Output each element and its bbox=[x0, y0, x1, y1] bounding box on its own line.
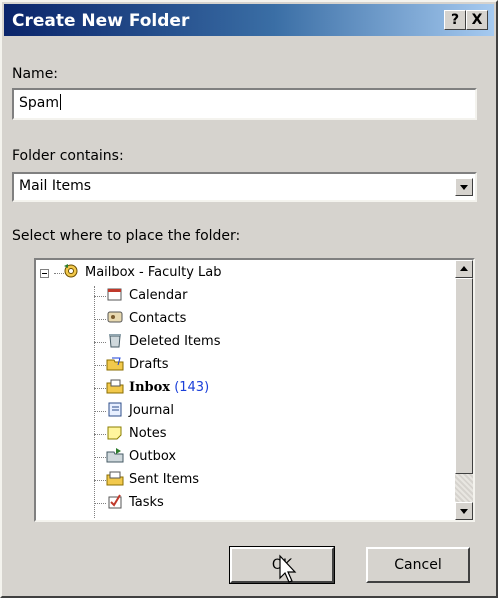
tree-item-label: Tasks bbox=[129, 495, 164, 510]
connector bbox=[94, 480, 106, 481]
scroll-down-button[interactable] bbox=[455, 502, 473, 520]
tree-root-label: Mailbox - Faculty Lab bbox=[85, 265, 222, 280]
title-bar[interactable]: Create New Folder ? X bbox=[4, 4, 494, 36]
connector bbox=[94, 434, 106, 435]
tree-item-label: Drafts bbox=[129, 357, 169, 372]
mailbox-icon bbox=[64, 264, 78, 278]
help-button[interactable]: ? bbox=[444, 10, 466, 30]
tree-connector-vertical bbox=[94, 286, 95, 518]
connector bbox=[94, 342, 106, 343]
name-label: Name: bbox=[12, 66, 59, 82]
unread-count: (143) bbox=[174, 380, 210, 395]
tree-item-label: Sent Items bbox=[129, 472, 200, 487]
connector bbox=[94, 411, 106, 412]
tree-item-label: Contacts bbox=[129, 311, 187, 326]
scroll-thumb[interactable] bbox=[455, 278, 473, 474]
dialog-title: Create New Folder bbox=[12, 11, 190, 31]
close-button[interactable]: X bbox=[466, 10, 488, 30]
tree-item-calendar[interactable]: Calendar bbox=[106, 285, 187, 307]
tree-item-label: Outbox bbox=[129, 449, 177, 464]
placement-label: Select where to place the folder: bbox=[12, 228, 241, 244]
tree-item-deleted-items[interactable]: Deleted Items bbox=[106, 331, 220, 353]
arrow-down-icon bbox=[460, 509, 468, 514]
tree-scrollbar[interactable] bbox=[455, 260, 473, 520]
folder-contains-label: Folder contains: bbox=[12, 148, 124, 164]
contacts-icon bbox=[107, 311, 123, 323]
calendar-icon bbox=[107, 288, 122, 301]
name-input[interactable]: Spam bbox=[12, 88, 477, 120]
scroll-up-button[interactable] bbox=[455, 260, 473, 278]
deleted-items-icon bbox=[109, 334, 121, 348]
tree-item-label: Calendar bbox=[129, 288, 188, 303]
connector bbox=[94, 503, 106, 504]
tree-item-label: Deleted Items bbox=[129, 334, 221, 349]
tree-item-label: Notes bbox=[129, 426, 167, 441]
create-new-folder-dialog: Create New Folder ? X Name: Spam Folder … bbox=[0, 0, 498, 598]
drafts-icon bbox=[106, 357, 124, 371]
tree-item-notes[interactable]: Notes bbox=[106, 423, 167, 445]
connector bbox=[94, 365, 106, 366]
cancel-button[interactable]: Cancel bbox=[366, 547, 470, 583]
chevron-down-icon bbox=[460, 185, 468, 190]
outbox-icon bbox=[106, 448, 124, 463]
tree-item-outbox[interactable]: Outbox bbox=[106, 446, 176, 468]
tasks-icon bbox=[108, 494, 122, 509]
sent-items-icon bbox=[106, 471, 124, 486]
tree-item-journal[interactable]: Journal bbox=[106, 400, 174, 422]
tree-item-sent-items[interactable]: Sent Items bbox=[106, 469, 199, 491]
arrow-up-icon bbox=[460, 266, 468, 271]
mouse-pointer-icon bbox=[279, 554, 297, 583]
collapse-toggle[interactable] bbox=[40, 269, 49, 278]
text-caret bbox=[60, 94, 61, 110]
tree-item-drafts[interactable]: Drafts bbox=[106, 354, 169, 376]
tree-item-label: Journal bbox=[129, 403, 174, 418]
connector bbox=[94, 296, 106, 297]
connector bbox=[94, 388, 106, 389]
folder-contains-select[interactable]: Mail Items bbox=[12, 172, 477, 202]
folder-tree[interactable]: Mailbox - Faculty Lab Calendar Contacts … bbox=[34, 258, 475, 522]
tree-item-mailbox[interactable]: Mailbox - Faculty Lab bbox=[62, 262, 222, 284]
tree-item-inbox[interactable]: Inbox (143) bbox=[106, 377, 209, 399]
name-input-value: Spam bbox=[19, 95, 59, 111]
inbox-icon bbox=[106, 379, 124, 394]
connector bbox=[94, 319, 106, 320]
tree-item-contacts[interactable]: Contacts bbox=[106, 308, 186, 330]
folder-contains-value: Mail Items bbox=[19, 178, 92, 194]
tree-item-label: Inbox bbox=[129, 380, 171, 395]
tree-item-tasks[interactable]: Tasks bbox=[106, 492, 164, 514]
dropdown-button[interactable] bbox=[455, 178, 473, 196]
connector bbox=[94, 457, 106, 458]
notes-icon bbox=[107, 426, 122, 440]
journal-icon bbox=[108, 402, 122, 417]
